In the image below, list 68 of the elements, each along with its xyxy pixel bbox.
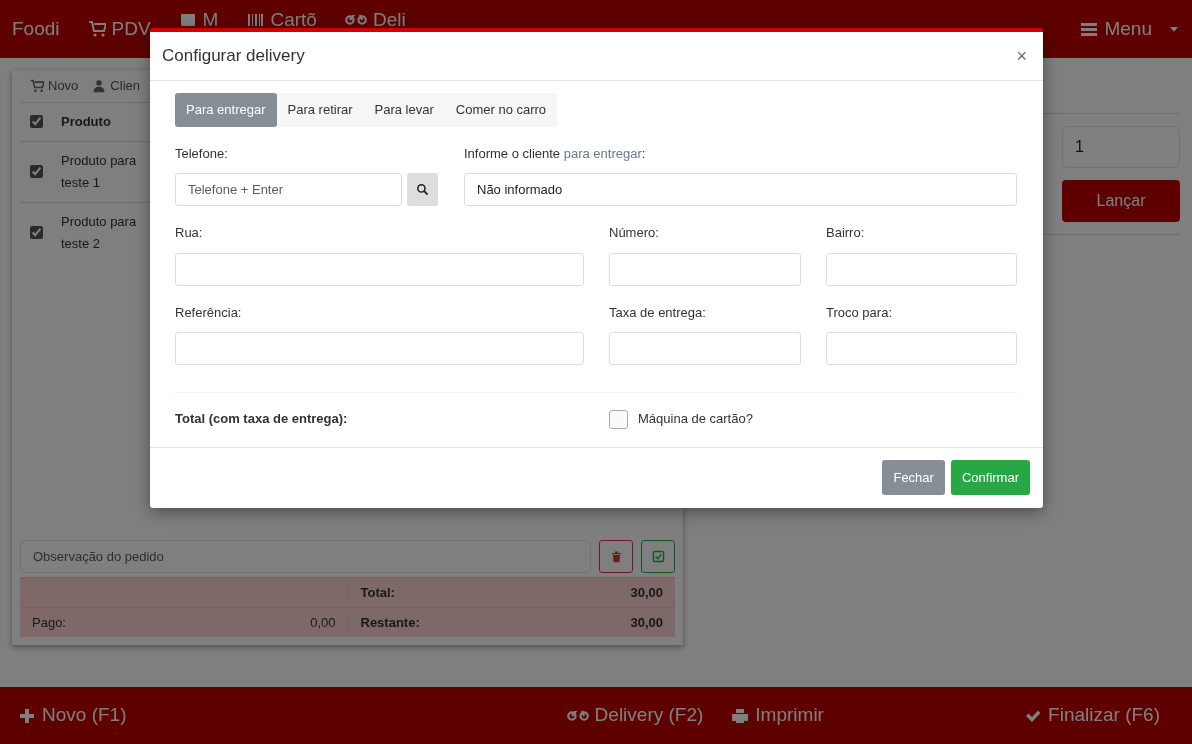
- field-label: Referência:: [175, 303, 243, 322]
- field-label: Número:: [609, 224, 660, 243]
- text-field[interactable]: [175, 252, 584, 286]
- finish-button[interactable]: Finalizar (F6): [1024, 701, 1160, 730]
- toolbar-button[interactable]: Novo: [30, 76, 79, 96]
- dialog-title: Configurar delivery: [162, 46, 305, 67]
- nav-link[interactable]: PDV: [87, 14, 151, 44]
- close-button[interactable]: ×: [1012, 47, 1031, 66]
- select-all-checkbox[interactable]: [30, 115, 43, 128]
- checkbox-icon: [651, 550, 665, 563]
- text-field[interactable]: [826, 332, 1017, 366]
- product-name: Produto para teste 1: [61, 151, 138, 192]
- observation-field[interactable]: Observação do pedido: [20, 540, 591, 573]
- footer-button[interactable]: Delivery (F2): [566, 701, 704, 730]
- launch-button[interactable]: Lançar: [1062, 180, 1180, 222]
- plus-icon: [18, 706, 36, 725]
- footer-button[interactable]: Imprimir: [731, 701, 824, 730]
- summary-value: 30,00: [630, 583, 663, 602]
- cart-icon: [87, 20, 106, 38]
- text-field[interactable]: [826, 252, 1017, 286]
- checkbox-label: Máquina de cartão?: [638, 410, 753, 429]
- motorcycle-icon: [566, 710, 589, 721]
- trash-icon: [609, 550, 623, 563]
- nav-link[interactable]: M: [178, 6, 219, 35]
- text-field[interactable]: [175, 332, 584, 366]
- field-label: Bairro:: [826, 224, 866, 243]
- summary-value: 0,00: [310, 613, 336, 632]
- row-checkbox[interactable]: [30, 226, 43, 239]
- field-label: Taxa de entrega:: [609, 303, 707, 322]
- quantity-field[interactable]: 1: [1062, 126, 1180, 168]
- field-label: Rua:: [175, 224, 204, 243]
- delivery-tab[interactable]: Para retirar: [276, 93, 364, 127]
- delete-button[interactable]: [599, 540, 633, 573]
- menu-icon: [1080, 20, 1099, 38]
- new-order-button[interactable]: Novo (F1): [18, 701, 127, 730]
- field-label: Telefone:: [175, 144, 229, 163]
- confirm-button[interactable]: [641, 540, 675, 573]
- card-machine-checkbox[interactable]: [609, 409, 628, 429]
- field-label: Troco para:: [826, 303, 893, 322]
- text-field[interactable]: [609, 332, 801, 366]
- confirm-button[interactable]: Confirmar: [950, 459, 1030, 496]
- brand-name[interactable]: Foodi: [12, 14, 60, 44]
- row-checkbox[interactable]: [30, 165, 43, 178]
- close-button[interactable]: Fechar: [882, 459, 945, 496]
- phone-field[interactable]: Telefone + Enter: [175, 173, 403, 207]
- delivery-tab[interactable]: Para levar: [363, 93, 445, 127]
- user-icon: [92, 78, 107, 93]
- product-name: Produto para teste 2: [61, 212, 138, 253]
- menu-dropdown[interactable]: Menu: [1080, 14, 1180, 44]
- cart-icon: [30, 78, 44, 93]
- nav-link[interactable]: Cartõ: [246, 6, 317, 35]
- search-button[interactable]: [407, 173, 438, 207]
- text-field[interactable]: [609, 252, 801, 286]
- summary-value: 30,00: [630, 613, 663, 632]
- summary-label: Total:: [360, 583, 395, 602]
- toolbar-button[interactable]: Clien: [92, 76, 140, 96]
- total-label: Total (com taxa de entrega):: [175, 410, 349, 429]
- search-icon: [416, 183, 430, 197]
- delivery-tab[interactable]: Para entregar: [175, 93, 277, 127]
- client-field[interactable]: Não informado: [464, 173, 1017, 207]
- summary-label: Pago:: [32, 613, 66, 632]
- column-header: Produto: [61, 112, 111, 131]
- summary-label: Restante:: [360, 613, 420, 632]
- motorcycle-icon: [344, 15, 367, 26]
- delivery-tab[interactable]: Comer no carro: [444, 93, 558, 127]
- printer-icon: [731, 706, 750, 725]
- field-label: Informe o cliente para entregar:: [464, 144, 647, 163]
- nav-link[interactable]: Deli: [344, 6, 406, 35]
